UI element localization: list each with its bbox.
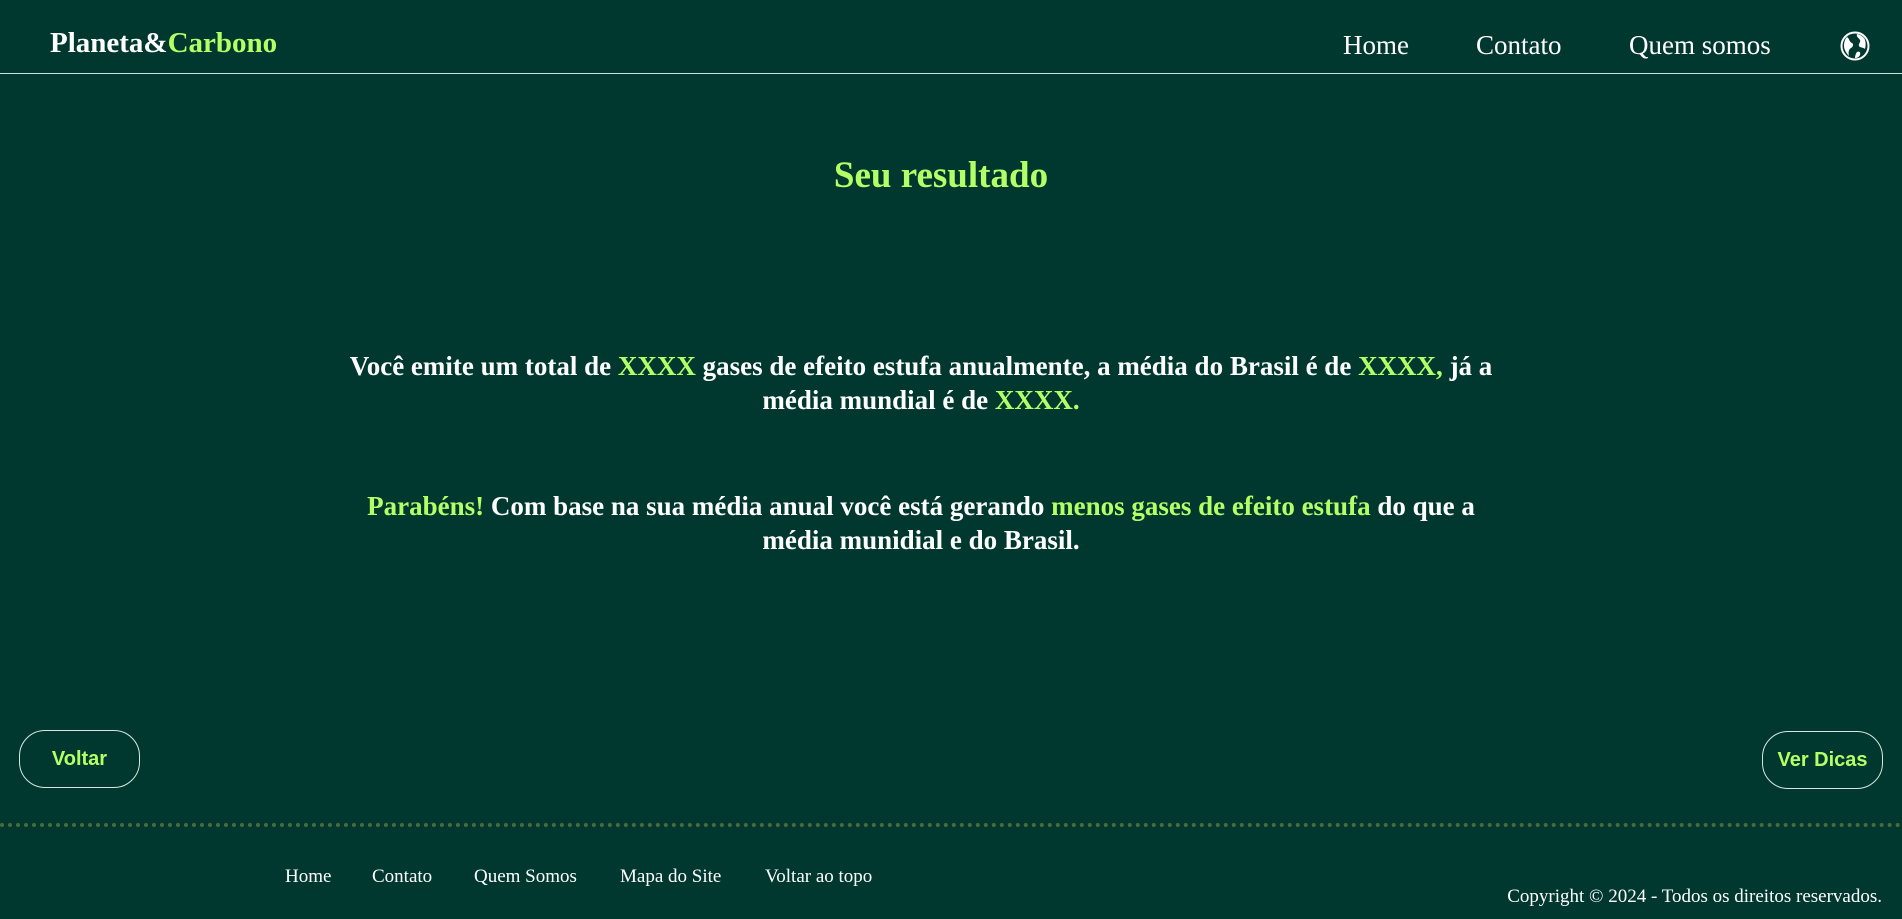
view-tips-button[interactable]: Ver Dicas bbox=[1762, 731, 1883, 789]
nav-home[interactable]: Home bbox=[1343, 32, 1409, 59]
footer-link-about[interactable]: Quem Somos bbox=[474, 867, 577, 886]
copyright-text: Copyright © 2024 - Todos os direitos res… bbox=[1507, 886, 1882, 907]
world-average-value: XXXX. bbox=[994, 385, 1080, 415]
congrats-label: Parabéns! bbox=[367, 491, 485, 521]
brand-text-carbono: Carbono bbox=[167, 27, 278, 59]
verdict-highlight: menos gases de efeito estufa bbox=[1051, 491, 1371, 521]
emissions-text-2: gases de efeito estufa anualmente, a méd… bbox=[695, 351, 1359, 381]
footer-link-home[interactable]: Home bbox=[285, 867, 331, 886]
emissions-summary: Você emite um total de XXXX gases de efe… bbox=[330, 349, 1512, 417]
footer-link-sitemap[interactable]: Mapa do Site bbox=[620, 867, 721, 886]
top-navbar: Planeta&Carbono Home Contato Quem somos bbox=[0, 0, 1902, 74]
globe-icon[interactable] bbox=[1840, 31, 1870, 61]
emissions-text-1: Você emite um total de bbox=[349, 351, 618, 381]
footer-link-back-to-top[interactable]: Voltar ao topo bbox=[765, 867, 872, 886]
site-logo[interactable]: Planeta&Carbono bbox=[50, 29, 277, 58]
verdict-text-1: Com base na sua média anual você está ge… bbox=[484, 491, 1052, 521]
nav-about[interactable]: Quem somos bbox=[1629, 32, 1771, 59]
nav-contact[interactable]: Contato bbox=[1476, 32, 1562, 59]
result-verdict: Parabéns! Com base na sua média anual vo… bbox=[330, 489, 1512, 557]
user-emission-value: XXXX bbox=[617, 351, 696, 381]
page-title: Seu resultado bbox=[833, 154, 1049, 196]
brazil-average-value: XXXX, bbox=[1358, 351, 1443, 381]
footer-link-contact[interactable]: Contato bbox=[372, 867, 432, 886]
footer-divider bbox=[0, 823, 1902, 827]
brand-text-planeta: Planeta& bbox=[50, 27, 168, 59]
back-button[interactable]: Voltar bbox=[19, 730, 140, 788]
